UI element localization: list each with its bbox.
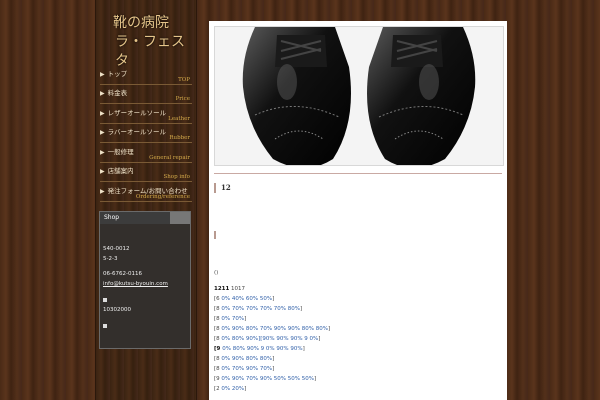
price-row: [8 0% 90% 80% 80%] — [214, 356, 275, 362]
nav-item-label: 店舗案内 — [107, 167, 134, 175]
nav-item-label: 料金表 — [107, 89, 128, 97]
shop-box: Shop 540-0012 5-2-3 06-6762-0116 info@ku… — [99, 211, 191, 349]
nav-item-sublabel: General repair — [149, 155, 190, 161]
nav-arrow-icon: ▶ — [100, 149, 105, 156]
nav-item-top[interactable]: ▶ トップ TOP — [100, 68, 192, 85]
logo-line-1: 靴の病院 — [113, 15, 169, 31]
price-row: [9 0% 90% 70% 90% 50% 50% 50%] — [214, 376, 317, 382]
nav-item-shop-info[interactable]: ▶ 店舗案内 Shop info — [100, 165, 192, 182]
nav-item-sublabel: Leather — [168, 116, 190, 122]
price-row: [9 0% 80% 90% 9 0% 90% 90%] — [214, 346, 305, 352]
summary-bold: 1211 — [214, 286, 230, 292]
nav-arrow-icon: ▶ — [100, 129, 105, 136]
subheading-marker — [214, 231, 216, 239]
nav-item-sublabel: Shop info — [163, 174, 190, 180]
nav-item-sublabel: Price — [175, 96, 190, 102]
price-row: [8 0% 70% 90% 70%] — [214, 366, 275, 372]
divider — [214, 173, 502, 174]
shop-postal: 540-0012 — [103, 246, 130, 252]
nav-item-sublabel: TOP — [178, 77, 190, 83]
nav-arrow-icon: ▶ — [100, 110, 105, 117]
summary-line: 1211 1017 — [214, 286, 245, 292]
price-row: [8 0% 70%] — [214, 316, 247, 322]
nav-item-general-repair[interactable]: ▶ 一般修理 General repair — [100, 146, 192, 163]
nav-item-price[interactable]: ▶ 料金表 Price — [100, 87, 192, 104]
nav-arrow-icon: ▶ — [100, 90, 105, 97]
bullet-square-icon — [103, 324, 107, 328]
site-logo[interactable]: 靴の病院 ラ・フェスタ — [113, 14, 193, 71]
shop-number: 10302000 — [103, 307, 131, 313]
price-row: [8 0% 90% 80% 70% 90% 90% 80% 80%] — [214, 326, 331, 332]
paren-text: () — [214, 270, 219, 276]
nav-item-label: レザーオールソール — [107, 109, 167, 117]
price-row: [8 0% 80% 90%][90% 90% 90% 9 0%] — [214, 336, 321, 342]
main-content: 12 () 1211 1017 [6 0% 40% 60% 50%] [8 0%… — [209, 21, 507, 400]
shop-box-title: Shop — [100, 212, 190, 224]
nav-item-ordering[interactable]: ▶ 発注フォーム/お問い合わせ Ordering/reference — [100, 185, 192, 202]
nav-item-leather[interactable]: ▶ レザーオールソール Leather — [100, 107, 192, 124]
bullet-square-icon — [103, 298, 107, 302]
shop-address: 5-2-3 — [103, 256, 118, 262]
nav-arrow-icon: ▶ — [100, 168, 105, 175]
nav-item-rubber[interactable]: ▶ ラバーオールソール Rubber — [100, 126, 192, 143]
nav-arrow-icon: ▶ — [100, 188, 105, 195]
nav-item-label: 一般修理 — [107, 148, 134, 156]
price-row: [2 0% 20%] — [214, 386, 247, 392]
nav-item-sublabel: Ordering/reference — [135, 194, 190, 200]
shop-phone: 06-6762-0116 — [103, 271, 142, 277]
summary-rest: 1017 — [229, 286, 246, 292]
nav-item-label: トップ — [107, 70, 128, 78]
price-row: [8 0% 70% 70% 70% 70% 80%] — [214, 306, 303, 312]
nav-item-sublabel: Rubber — [169, 135, 190, 141]
heading-marker — [214, 183, 216, 193]
logo-line-2: ラ・フェスタ — [115, 34, 185, 69]
shop-email-link[interactable]: info@kutsu-byouin.com — [103, 281, 168, 287]
section-heading: 12 — [221, 183, 231, 192]
nav-arrow-icon: ▶ — [100, 71, 105, 78]
nav-item-label: ラバーオールソール — [107, 128, 167, 136]
shoe-photo — [214, 26, 504, 166]
price-row: [6 0% 40% 60% 50%] — [214, 296, 275, 302]
